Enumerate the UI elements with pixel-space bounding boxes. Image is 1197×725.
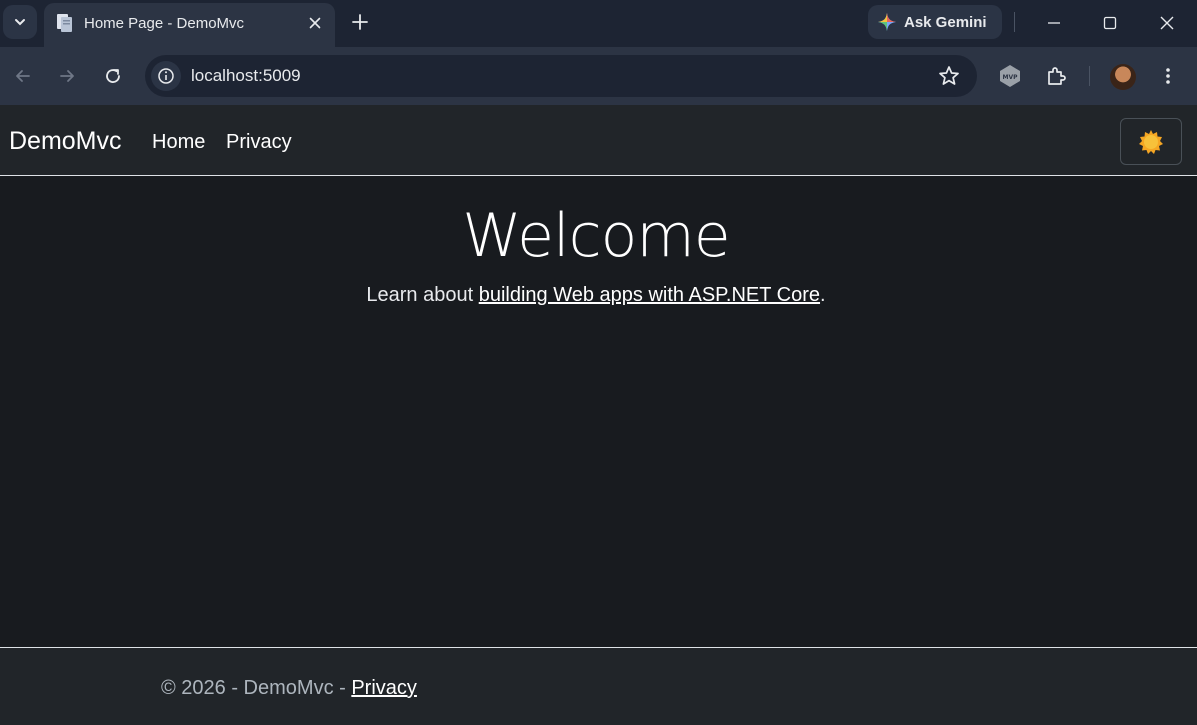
- tab-search-button[interactable]: [3, 5, 37, 39]
- arrow-right-icon: [60, 70, 74, 82]
- tab-title: Home Page - DemoMvc: [84, 15, 245, 32]
- browser-tab-active[interactable]: Home Page - DemoMvc: [44, 3, 335, 47]
- new-tab-icon[interactable]: [348, 10, 372, 34]
- intro-paragraph: Learn about building Web apps with ASP.N…: [0, 284, 1192, 307]
- intro-suffix: .: [820, 284, 826, 306]
- copyright-text: © 2026 - DemoMvc -: [161, 677, 352, 699]
- close-icon: [1160, 16, 1174, 30]
- ask-gemini-label: Ask Gemini: [904, 13, 987, 31]
- intro-prefix: Learn about: [366, 284, 479, 306]
- close-window-button[interactable]: [1154, 10, 1180, 36]
- window-controls-separator: [1014, 12, 1015, 32]
- chevron-down-icon: [15, 19, 25, 26]
- bookmark-star-icon[interactable]: [937, 64, 961, 88]
- welcome-heading: Welcome: [462, 201, 730, 271]
- minimize-button[interactable]: [1041, 10, 1067, 36]
- theme-toggle-button[interactable]: [1120, 118, 1182, 165]
- main-content: Welcome Learn about building Web apps wi…: [0, 177, 1197, 647]
- back-button[interactable]: [10, 63, 36, 89]
- info-icon: [158, 68, 174, 84]
- site-navbar: DemoMvc Home Privacy: [0, 105, 1197, 176]
- maximize-button[interactable]: [1097, 10, 1123, 36]
- minimize-icon: [1048, 22, 1060, 24]
- web-page: DemoMvc Home Privacy Welcome Learn about…: [0, 105, 1197, 725]
- url-text[interactable]: localhost:5009: [191, 66, 301, 86]
- footer-privacy-link[interactable]: Privacy: [351, 677, 417, 699]
- close-icon[interactable]: [307, 15, 323, 31]
- ask-gemini-button[interactable]: Ask Gemini: [868, 5, 1002, 39]
- maximize-icon: [1103, 16, 1117, 30]
- address-bar[interactable]: localhost:5009: [145, 55, 977, 97]
- site-info-button[interactable]: [151, 61, 181, 91]
- extensions-puzzle-icon[interactable]: [1044, 64, 1068, 88]
- profile-avatar[interactable]: [1110, 64, 1136, 90]
- document-icon: [57, 14, 72, 32]
- nav-link-privacy[interactable]: Privacy: [226, 131, 292, 154]
- browser-tabstrip: Home Page - DemoMvc Ask Gemini: [0, 0, 1197, 47]
- toolbar-separator: [1089, 66, 1090, 86]
- forward-button[interactable]: [54, 63, 80, 89]
- aspnet-docs-link[interactable]: building Web apps with ASP.NET Core: [479, 284, 820, 306]
- browser-toolbar: localhost:5009 MVP: [0, 47, 1197, 105]
- site-footer: © 2026 - DemoMvc - Privacy: [0, 647, 1197, 725]
- nav-link-home[interactable]: Home: [152, 131, 205, 154]
- footer-text: © 2026 - DemoMvc - Privacy: [161, 677, 417, 700]
- reload-icon: [106, 69, 120, 83]
- gemini-sparkle-icon: [878, 13, 896, 31]
- site-brand-link[interactable]: DemoMvc: [9, 127, 122, 156]
- sun-icon: [1139, 129, 1163, 154]
- svg-text:MVP: MVP: [1002, 74, 1018, 81]
- more-menu-icon[interactable]: [1158, 64, 1178, 88]
- mvp-extension-icon[interactable]: MVP: [998, 64, 1022, 88]
- arrow-left-icon: [16, 70, 30, 82]
- reload-button[interactable]: [100, 63, 126, 89]
